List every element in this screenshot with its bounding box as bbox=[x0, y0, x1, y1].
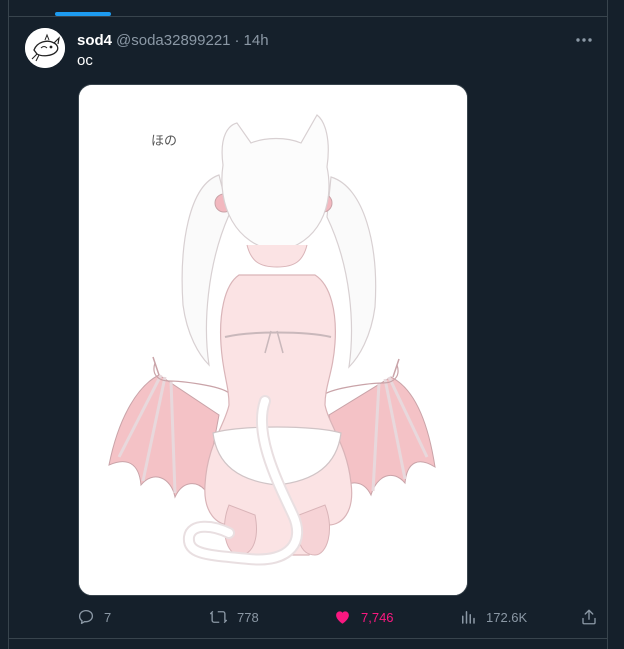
like-count: 7,746 bbox=[361, 609, 394, 625]
retweet-icon bbox=[209, 610, 228, 624]
avatar-fish-drawing bbox=[25, 28, 65, 68]
avatar[interactable] bbox=[25, 28, 65, 68]
timestamp[interactable]: 14h bbox=[244, 32, 269, 49]
separator-dot: · bbox=[234, 31, 240, 49]
artwork-signature: ほの bbox=[151, 134, 177, 149]
timeline-column: sod4 @soda32899221 · 14h oc ほの 7 778 7,7… bbox=[8, 0, 608, 649]
views-count: 172.6K bbox=[486, 609, 528, 625]
reply-button[interactable]: 7 bbox=[77, 604, 111, 630]
timeline-frame: sod4 @soda32899221 · 14h oc ほの 7 778 7,7… bbox=[0, 0, 624, 649]
tweet-divider bbox=[9, 638, 607, 639]
views-button[interactable]: 172.6K bbox=[459, 604, 527, 630]
display-name[interactable]: sod4 bbox=[77, 32, 112, 49]
share-icon bbox=[582, 609, 596, 625]
artwork-image: ほの bbox=[79, 85, 467, 595]
bar-chart-icon bbox=[462, 611, 475, 624]
tweet-text: oc bbox=[77, 52, 93, 69]
more-button[interactable] bbox=[572, 28, 596, 52]
scrollbar-track[interactable] bbox=[612, 0, 624, 649]
retweet-count: 778 bbox=[237, 609, 259, 625]
heart-filled-icon bbox=[336, 611, 349, 624]
retweet-button[interactable]: 778 bbox=[209, 604, 259, 630]
reply-count: 7 bbox=[104, 609, 112, 625]
like-button[interactable]: 7,746 bbox=[333, 604, 394, 630]
reply-icon bbox=[78, 609, 94, 625]
active-tab-indicator bbox=[55, 12, 111, 16]
tab-bar bbox=[9, 0, 607, 17]
more-horizontal-icon bbox=[576, 38, 592, 42]
share-button[interactable] bbox=[580, 604, 598, 630]
tweet-actions: 7 778 7,746 172.6K bbox=[77, 604, 596, 630]
tweet-header: sod4 @soda32899221 · 14h bbox=[77, 30, 269, 50]
user-handle[interactable]: @soda32899221 bbox=[116, 32, 231, 49]
tweet-media[interactable]: ほの bbox=[78, 84, 468, 596]
